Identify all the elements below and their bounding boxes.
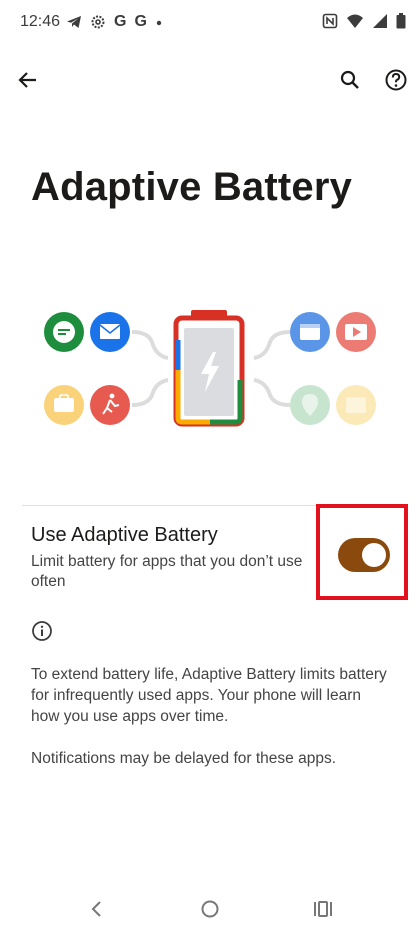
calendar-icon [290,312,330,352]
fitness-icon [90,385,130,425]
chat-icon [44,312,84,352]
help-button[interactable] [380,64,412,96]
notification-icons: G G [66,13,163,31]
system-nav-bar [0,890,420,930]
nfc-icon [322,13,338,29]
adaptive-battery-toggle[interactable] [338,538,390,572]
nav-home-icon[interactable] [200,899,220,919]
status-bar: 12:46 G G [0,0,420,46]
top-app-bar [0,60,420,102]
search-icon [340,70,359,89]
use-adaptive-battery-row[interactable]: Use Adaptive Battery Limit battery for a… [0,504,420,604]
setting-summary: Limit battery for apps that you don’t us… [31,553,303,590]
search-button[interactable] [334,64,366,96]
settings-gear-icon [91,15,105,29]
signal-icon [373,14,387,28]
telegram-icon [67,16,81,28]
photos-icon [336,385,376,425]
info-paragraph: To extend battery life, Adaptive Battery… [31,666,387,725]
video-icon [336,312,376,352]
setting-title: Use Adaptive Battery [31,524,218,546]
maps-icon [290,385,330,425]
connector-lines-right [253,330,291,407]
adaptive-battery-illustration [44,310,376,427]
toggle-knob [362,543,386,567]
page-title: Adaptive Battery [31,165,353,209]
system-status-icons [322,13,406,29]
info-icon [32,621,52,641]
info-paragraph: Notifications may be delayed for these a… [31,750,337,767]
nav-recents-icon[interactable] [313,899,333,919]
wifi-icon [347,14,363,28]
nav-back-icon[interactable] [86,898,108,920]
google-icon: G [134,13,147,30]
dot-icon [156,20,162,26]
info-text: To extend battery life, Adaptive Battery… [31,664,391,790]
battery-icon [396,13,406,29]
briefcase-icon [44,385,84,425]
back-button[interactable] [12,64,44,96]
google-icon: G [114,13,127,30]
battery-bolt-icon [173,310,245,427]
help-icon [385,69,407,91]
status-time: 12:46 [20,13,61,30]
connector-lines-left [131,330,169,407]
mail-icon [90,312,130,352]
back-arrow-icon [18,72,36,88]
